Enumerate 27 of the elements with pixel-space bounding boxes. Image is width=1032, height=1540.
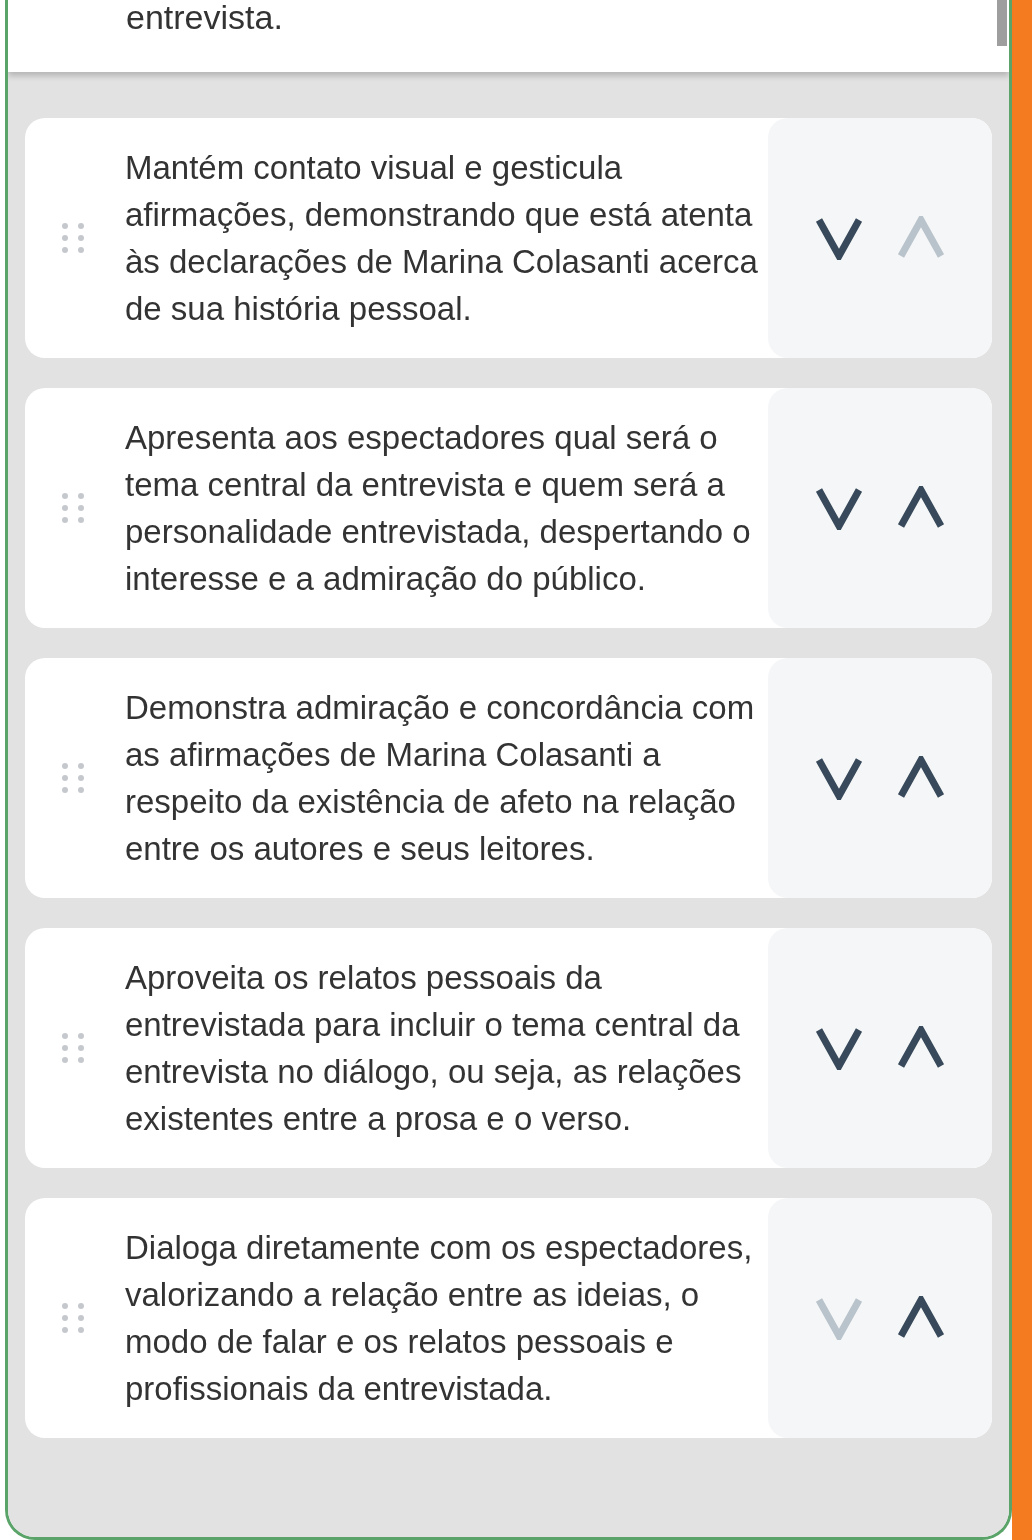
chevron-up-icon xyxy=(897,486,945,530)
chevron-up-icon xyxy=(897,216,945,260)
chevron-up-icon xyxy=(897,1296,945,1340)
chevron-up-icon xyxy=(897,1026,945,1070)
chevron-up-icon xyxy=(897,756,945,800)
answer-card[interactable]: Aproveita os relatos pessoais da entrevistada para incluir o tema central da entrevista no diálogo, ou seja, as relações existentes entre a prosa e o verso. xyxy=(25,928,992,1168)
answer-card[interactable]: Mantém contato visual e gesticula afirmações, demonstrando que está atenta às declarações de Marina Colasanti acerca de sua história pessoal. xyxy=(25,118,992,358)
drag-handle-icon[interactable] xyxy=(61,762,85,794)
question-text: entrevista. xyxy=(125,0,283,38)
chevron-down-icon xyxy=(815,486,863,530)
answer-text: Apresenta aos espectadores qual será o tema central da entrevista e quem será a personalidade entrevistada, despertando o interesse e a admiração do público. xyxy=(125,418,752,599)
answer-text: Demonstra admiração e concordância com as afirmações de Marina Colasanti a respeito da existência de afeto na relação entre os autores e seus leitores. xyxy=(125,688,756,869)
chevron-down-icon xyxy=(815,1296,863,1340)
drag-handle-icon[interactable] xyxy=(61,1302,85,1334)
scrollbar xyxy=(997,0,1007,46)
chevron-down-icon xyxy=(815,756,863,800)
drag-handle-icon[interactable] xyxy=(61,1032,85,1064)
answer-text: Mantém contato visual e gesticula afirmações, demonstrando que está atenta às declarações de Marina Colasanti acerca de sua história pessoal. xyxy=(125,148,759,329)
answer-card[interactable]: Dialoga diretamente com os espectadores, valorizando a relação entre as ideias, o modo de falar e os relatos pessoais e profissionais da entrevistada. xyxy=(25,1198,992,1438)
chevron-down-icon xyxy=(815,1026,863,1070)
answer-text: Dialoga diretamente com os espectadores, valorizando a relação entre as ideias, o modo de falar e os relatos pessoais e profissionais da entrevistada. xyxy=(125,1228,754,1409)
answer-card[interactable]: Demonstra admiração e concordância com as afirmações de Marina Colasanti a respeito da existência de afeto na relação entre os autores e seus leitores. xyxy=(25,658,992,898)
drag-handle-icon[interactable] xyxy=(61,492,85,524)
chevron-down-icon xyxy=(815,216,863,260)
drag-handle-icon[interactable] xyxy=(61,222,85,254)
answer-card[interactable]: Apresenta aos espectadores qual será o tema central da entrevista e quem será a personalidade entrevistada, despertando o interesse e a admiração do público. xyxy=(25,388,992,628)
answer-text: Aproveita os relatos pessoais da entrevistada para incluir o tema central da entrevista no diálogo, ou seja, as relações existentes entre a prosa e o verso. xyxy=(125,958,743,1139)
